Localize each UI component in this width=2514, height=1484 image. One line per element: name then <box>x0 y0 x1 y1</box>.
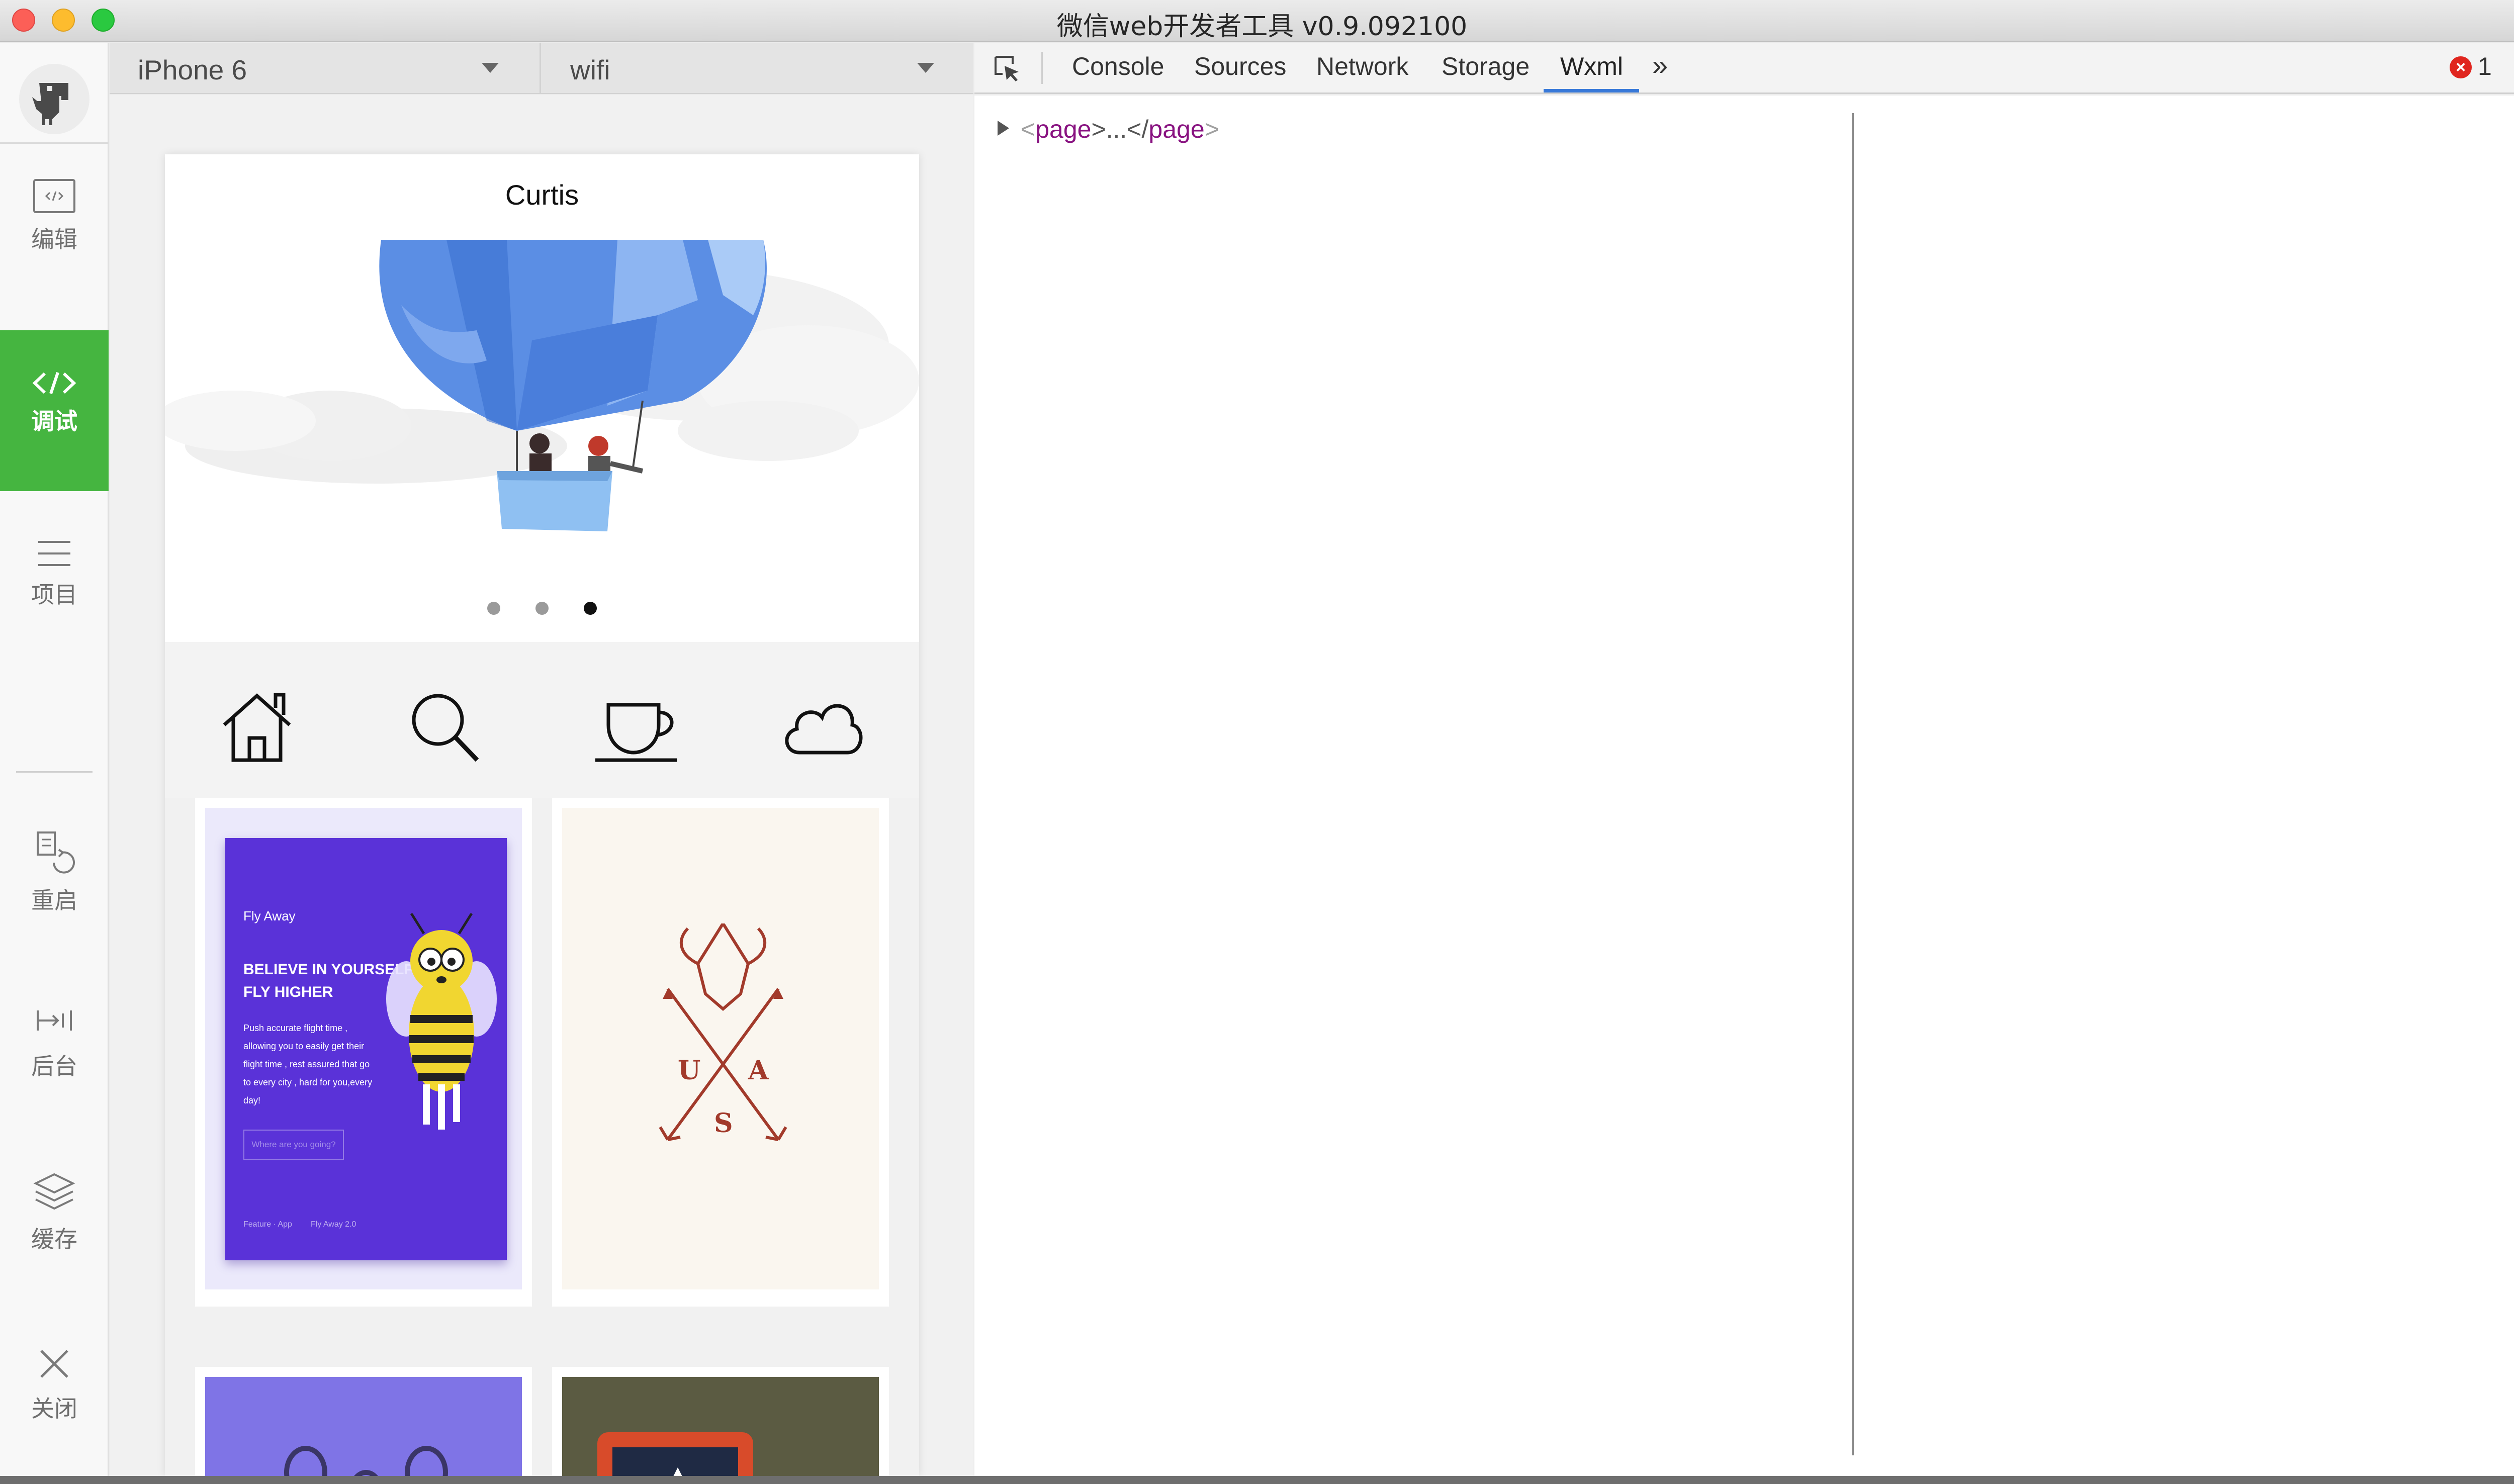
window-bottom-edge <box>0 1476 2514 1484</box>
sidebar-item-label: 调试 <box>31 408 77 435</box>
product-card[interactable]: Fly Away BELIEVE IN YOURSELF FLY HIGHER … <box>195 798 532 1307</box>
background-icon <box>0 1000 109 1043</box>
poster-headline: FLY HIGHER <box>243 984 333 1000</box>
double-chevron-right-icon[interactable]: » <box>1652 49 1668 81</box>
tree-node-label[interactable]: <page>...</page> <box>1021 115 1219 144</box>
category-icon-row <box>165 642 919 798</box>
chevron-down-icon <box>917 63 934 73</box>
carousel-banner[interactable] <box>165 240 919 642</box>
sidebar-item-label: 缓存 <box>31 1226 77 1253</box>
sidebar-item-label: 编辑 <box>31 226 77 253</box>
product-card[interactable] <box>552 1367 889 1476</box>
simulator-toolbar: iPhone 6 wifi <box>110 43 973 94</box>
bison-arrows-emblem: U A S <box>659 923 787 1141</box>
sidebar-item-background[interactable]: 后台 <box>0 1000 109 1081</box>
emblem-letter: U <box>678 1055 700 1086</box>
devtools-toolbar: Console Sources Network Storage Wxml » ×… <box>974 43 2514 94</box>
tag-bracket: < <box>1021 115 1036 143</box>
device-select[interactable]: iPhone 6 <box>110 43 541 94</box>
error-icon[interactable]: × <box>2450 56 2472 78</box>
tab-network[interactable]: Network <box>1316 52 1408 81</box>
poster-footer: Feature · App <box>243 1220 292 1229</box>
title-bar: 微信web开发者工具 v0.9.092100 <box>0 0 2514 42</box>
sidebar-item-label: 项目 <box>31 581 77 608</box>
sidebar-item-label: 后台 <box>31 1053 77 1080</box>
carousel-dot[interactable] <box>535 602 549 615</box>
chevron-down-icon <box>482 63 499 73</box>
hot-air-balloon-image <box>165 240 919 531</box>
emblem-letter: S <box>714 1108 733 1139</box>
tag-name: page <box>1148 115 1205 143</box>
tab-wxml[interactable]: Wxml <box>1560 52 1623 81</box>
tab-console[interactable]: Console <box>1072 52 1164 81</box>
menu-lines-icon <box>0 538 109 572</box>
restart-icon <box>0 829 109 877</box>
emblem-letter: A <box>748 1055 769 1086</box>
network-select-value: wifi <box>570 54 610 85</box>
navigation-bar: Curtis <box>165 154 919 240</box>
sidebar-item-project[interactable]: 项目 <box>0 538 109 610</box>
layers-icon <box>0 1171 109 1216</box>
sidebar-item-close[interactable]: 关闭 <box>0 1345 109 1424</box>
sidebar-divider <box>16 771 93 773</box>
simulator-area: Curtis Fly Away BELIEVE IN YOURSELF FLY … <box>110 95 973 1476</box>
sidebar-item-cache[interactable]: 缓存 <box>0 1171 109 1254</box>
fly-away-poster: Fly Away BELIEVE IN YOURSELF FLY HIGHER … <box>205 808 522 1289</box>
cloud-icon[interactable] <box>779 690 865 768</box>
tab-sources[interactable]: Sources <box>1194 52 1286 81</box>
poster-cta: Where are you going? <box>243 1130 344 1160</box>
sidebar-item-edit[interactable]: 编辑 <box>0 178 109 254</box>
phone-screen[interactable]: Curtis Fly Away BELIEVE IN YOURSELF FLY … <box>165 154 919 1476</box>
card-image <box>562 1377 879 1476</box>
tag-bracket: > <box>1204 115 1219 143</box>
poster-brand: Fly Away <box>243 908 296 923</box>
sidebar-divider <box>0 142 109 144</box>
inspect-element-icon[interactable] <box>993 54 1023 86</box>
carousel-dot-active[interactable] <box>584 602 597 615</box>
search-icon[interactable] <box>408 690 483 768</box>
bee-illustration <box>386 913 497 1130</box>
sidebar-item-label: 重启 <box>31 887 77 914</box>
card-image <box>205 1377 522 1476</box>
carousel-dot[interactable] <box>487 602 500 615</box>
tag-name: page <box>1035 115 1092 143</box>
coffee-icon[interactable] <box>593 690 679 768</box>
home-icon[interactable] <box>219 690 295 768</box>
error-count[interactable]: 1 <box>2478 52 2492 81</box>
expand-triangle-icon[interactable] <box>998 121 1009 136</box>
window-title: 微信web开发者工具 v0.9.092100 <box>1056 12 1468 42</box>
wxml-tree-pane: <page>...</page> <box>974 96 1852 1476</box>
sidebar: 编辑 调试 项目 重启 后台 缓存 关闭 <box>0 43 109 1476</box>
close-icon <box>0 1345 109 1385</box>
code-editor-icon <box>0 178 109 216</box>
product-card[interactable]: U A S <box>552 798 889 1307</box>
sidebar-item-restart[interactable]: 重启 <box>0 829 109 915</box>
sidebar-item-debug[interactable]: 调试 <box>0 330 109 491</box>
tab-storage[interactable]: Storage <box>1442 52 1530 81</box>
code-brackets-icon <box>0 370 109 398</box>
poster-body: Push accurate flight time , allowing you… <box>243 1023 373 1105</box>
page-title: Curtis <box>505 179 579 211</box>
toolbar-divider <box>1041 52 1043 84</box>
sidebar-item-label: 关闭 <box>31 1395 77 1422</box>
dinosaur-logo-icon <box>19 64 89 134</box>
tag-ellipsis: >...</ <box>1091 115 1149 143</box>
poster-panel: Fly Away BELIEVE IN YOURSELF FLY HIGHER … <box>225 838 507 1260</box>
poster-footer: Fly Away 2.0 <box>311 1220 356 1229</box>
usa-emblem-poster: U A S <box>562 808 879 1289</box>
active-tab-indicator <box>1544 89 1639 92</box>
product-card[interactable] <box>195 1367 532 1476</box>
network-select[interactable]: wifi <box>542 43 973 94</box>
pane-divider[interactable] <box>1852 113 1854 1455</box>
devtools-panel: <page>...</page> <box>974 96 2514 1476</box>
device-select-value: iPhone 6 <box>138 54 247 85</box>
